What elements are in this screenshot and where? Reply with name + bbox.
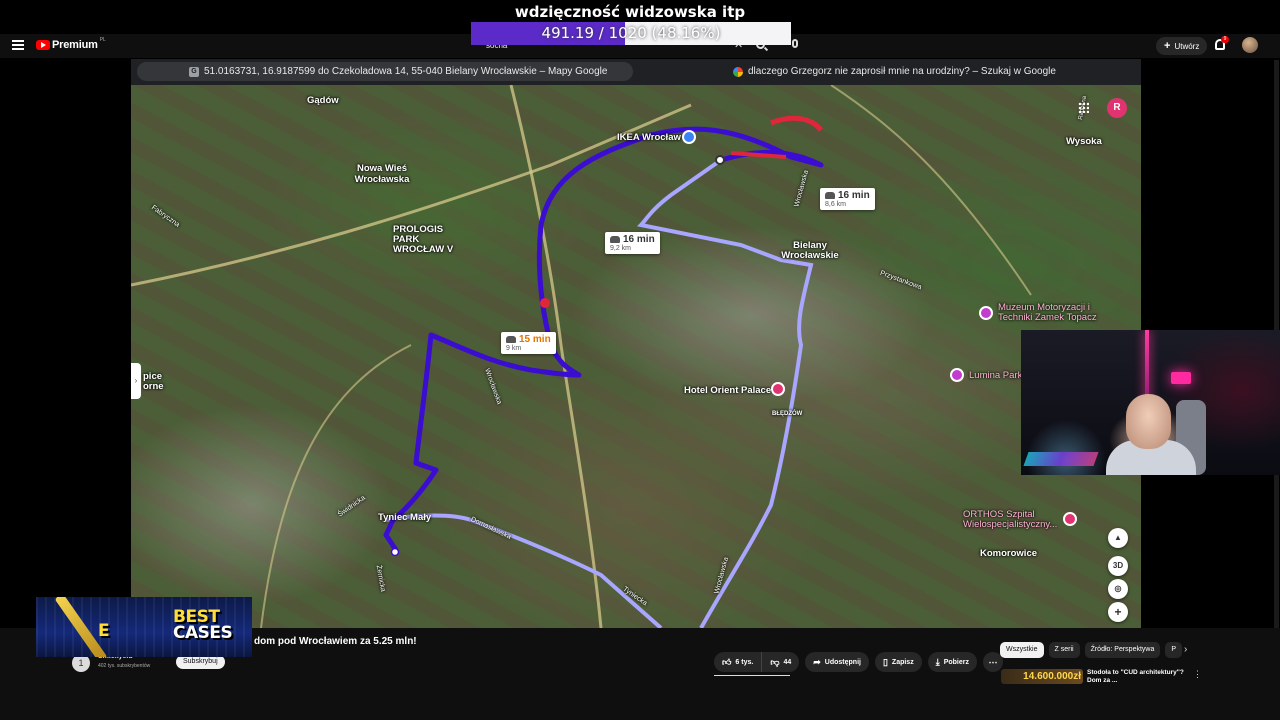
promo-prefix: E: [98, 621, 110, 641]
chevron-right-icon[interactable]: ›: [1184, 644, 1187, 655]
thumbs-up-icon: 👍︎: [722, 656, 732, 667]
dislike-count: 44: [783, 658, 792, 666]
place-label-muzeum[interactable]: Muzeum Motoryzacji i Techniki Zamek Topa…: [998, 303, 1113, 323]
route-option-fastest[interactable]: 15 min 9 km: [501, 332, 556, 354]
youtube-play-icon: [36, 40, 50, 50]
route-time: 16 min: [623, 234, 655, 245]
create-label: Utwórz: [1174, 41, 1200, 51]
route-option-alt-1[interactable]: 16 min 9,2 km: [605, 232, 660, 254]
place-label-bielany[interactable]: Bielany Wrocławskie: [779, 241, 841, 261]
like-count: 6 tys.: [735, 658, 754, 666]
download-icon: ⤓: [935, 656, 940, 667]
youtube-region: PL: [99, 37, 106, 43]
map-routes-layer: [131, 85, 1032, 628]
place-label-prologis[interactable]: PROLOGIS PARK WROCŁAW V: [393, 225, 471, 255]
place-label-gadow[interactable]: Gądów: [307, 95, 339, 106]
chip-more[interactable]: P: [1165, 642, 1183, 658]
goal-progress-bar: 491.19 / 1020 (48.16%): [471, 22, 791, 45]
car-icon: [506, 336, 516, 343]
like-underline: [714, 675, 790, 676]
place-label-komorowice[interactable]: Komorowice: [980, 548, 1037, 559]
browser-tab-search[interactable]: dlaczego Grzegorz nie zaprosił mnie na u…: [733, 62, 1056, 81]
plus-icon: +: [1164, 40, 1171, 52]
place-label-nowa-wies[interactable]: Nowa Wieś Wrocławska: [352, 163, 412, 185]
route-distance: 8,6 km: [825, 201, 847, 208]
place-label-bledzow: BŁĘDZÓW: [772, 411, 803, 417]
route-option-alt-2[interactable]: 16 min 8,6 km: [820, 188, 875, 210]
place-label-wysoka[interactable]: Wysoka: [1066, 136, 1102, 147]
route-time: 15 min: [519, 334, 551, 345]
share-button[interactable]: ➦ Udostępnij: [805, 652, 869, 672]
chip-source[interactable]: Źródło: Perspektywa: [1084, 642, 1161, 658]
car-icon: [825, 192, 835, 199]
profile-badge[interactable]: R: [1107, 98, 1127, 118]
place-label-left-edge: pice orne: [143, 371, 164, 392]
address-bar[interactable]: G 51.0163731, 16.9187599 do Czekoladowa …: [137, 62, 633, 81]
channel-subscribers: 402 tys. subskrybentów: [98, 663, 151, 669]
place-label-hotel[interactable]: Hotel Orient Palace: [684, 385, 771, 396]
route-distance: 9,2 km: [610, 245, 632, 252]
lumina-park-icon[interactable]: [950, 368, 964, 382]
compass-icon[interactable]: ▲: [1108, 528, 1128, 548]
recommendation-chips: Wszystkie Z serii Źródło: Perspektywa P: [1000, 642, 1183, 658]
google-map[interactable]: Gądów Nowa Wieś Wrocławska PROLOGIS PARK…: [131, 85, 1141, 628]
car-icon: [610, 236, 620, 243]
like-button[interactable]: 👍︎ 6 tys.: [714, 652, 763, 672]
hospital-icon[interactable]: [1063, 512, 1077, 526]
user-avatar[interactable]: [1242, 37, 1258, 53]
3d-toggle-button[interactable]: 3D: [1108, 556, 1128, 576]
subscribe-button[interactable]: Subskrybuj: [176, 655, 225, 669]
rgb-keyboard: [1023, 452, 1099, 466]
streamer-head: [1126, 394, 1171, 449]
recommendation-thumbnail[interactable]: 14.600.000zł: [1001, 669, 1083, 684]
place-label-lumina[interactable]: Lumina Park: [969, 370, 1022, 381]
webcam-overlay: [1021, 330, 1280, 475]
share-icon: ➦: [813, 656, 821, 667]
notification-badge: 9: [1221, 36, 1229, 43]
route-time: 16 min: [838, 190, 870, 201]
goal-progress-text: 491.19 / 1020 (48.16%): [541, 24, 721, 42]
place-label-tyniec[interactable]: Tyniec Mały: [378, 512, 431, 523]
goal-title: wdzięczność widzowska itp: [514, 3, 746, 21]
create-button[interactable]: + Utwórz: [1156, 37, 1208, 55]
save-button[interactable]: ▯ Zapisz: [874, 652, 922, 672]
chip-series[interactable]: Z serii: [1048, 642, 1080, 658]
browser-tab-bar: G 51.0163731, 16.9187599 do Czekoladowa …: [131, 59, 1141, 85]
ikea-shop-icon[interactable]: [682, 130, 696, 144]
pink-lamp: [1171, 372, 1191, 384]
best-cases-promo: E BEST CASES: [36, 597, 252, 657]
google-apps-icon[interactable]: [1078, 102, 1089, 113]
bookmark-icon: ▯: [882, 656, 888, 667]
dislike-button[interactable]: 👎︎ 44: [762, 652, 800, 672]
chip-all[interactable]: Wszystkie: [1000, 642, 1044, 658]
recommendation-title[interactable]: Stodoła to "CUD architektury"? Dom za ..…: [1087, 669, 1187, 684]
save-label: Zapisz: [891, 658, 914, 666]
collapse-panel-handle[interactable]: ›: [131, 363, 141, 399]
my-location-icon[interactable]: ◎: [1108, 579, 1128, 599]
maps-favicon-icon: G: [189, 66, 199, 77]
promo-line-2: CASES: [173, 623, 233, 643]
youtube-logo-text: Premium: [52, 39, 98, 51]
place-label-orthos[interactable]: ORTHOS Szpital Wielospecjalistyczny...: [963, 510, 1061, 530]
place-label-ikea[interactable]: IKEA Wrocław: [617, 132, 681, 143]
google-icon: [733, 66, 743, 77]
zoom-in-button[interactable]: +: [1108, 602, 1128, 622]
video-actions: 👍︎ 6 tys. 👎︎ 44 ➦ Udostępnij ▯ Zapisz ⤓ Pobie…: [714, 652, 1003, 672]
download-button[interactable]: ⤓ Pobierz: [927, 652, 977, 672]
museum-icon[interactable]: [979, 306, 993, 320]
recommendation-menu-icon[interactable]: ⋮: [1193, 669, 1202, 680]
browser-tab-label: dlaczego Grzegorz nie zaprosił mnie na u…: [748, 66, 1056, 77]
youtube-logo[interactable]: Premium PL: [36, 37, 106, 51]
share-label: Udostępnij: [824, 658, 861, 666]
download-label: Pobierz: [943, 658, 969, 666]
hamburger-menu-icon[interactable]: [12, 40, 24, 50]
promo-text: BEST CASES: [173, 609, 233, 643]
microphone-icon[interactable]: [792, 39, 798, 48]
video-title: dom pod Wrocławiem za 5.25 mln!: [254, 636, 417, 647]
thumbs-down-icon: 👎︎: [770, 656, 780, 667]
address-text: 51.0163731, 16.9187599 do Czekoladowa 14…: [204, 66, 608, 77]
hotel-icon[interactable]: [771, 382, 785, 396]
route-distance: 9 km: [506, 345, 522, 352]
